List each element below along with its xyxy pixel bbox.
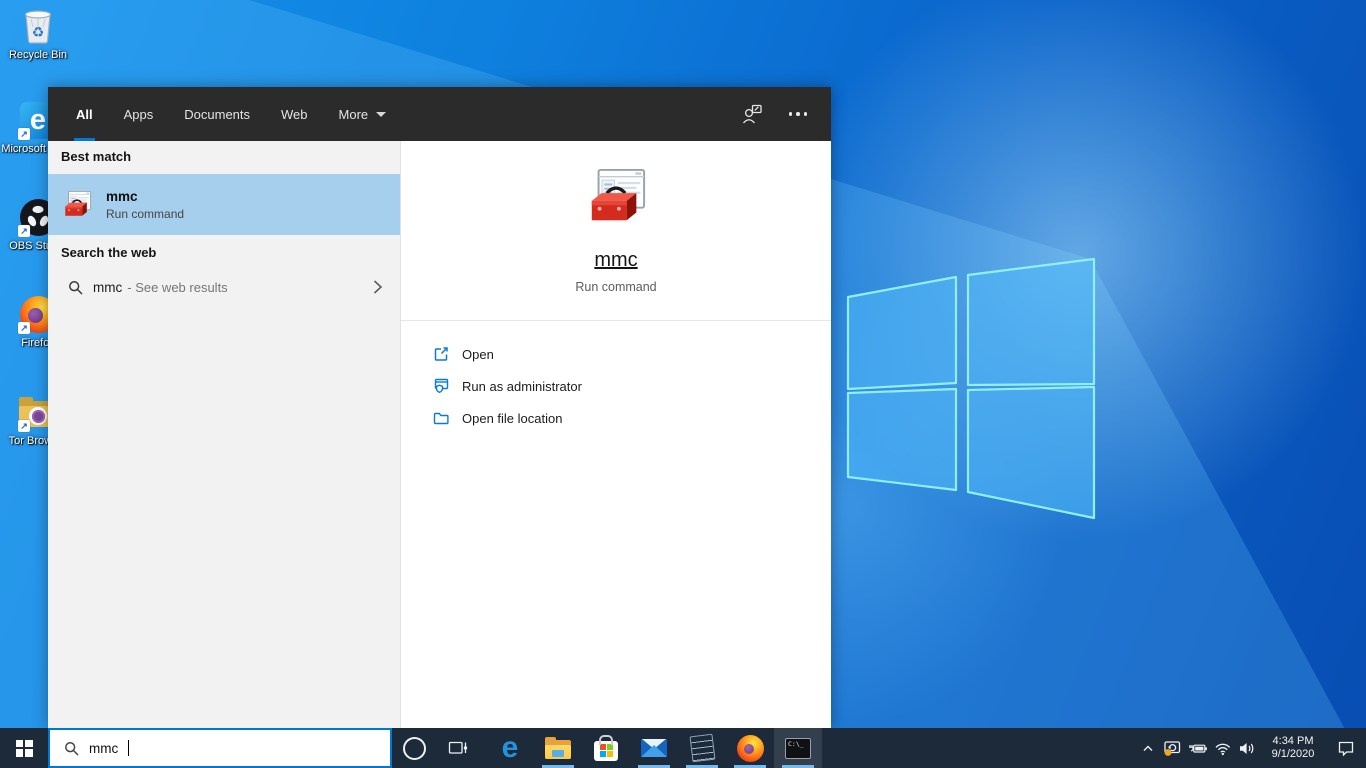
firefox-icon [736, 734, 764, 762]
search-tabs: All Apps Documents Web More [74, 87, 388, 141]
svg-text:♻: ♻ [32, 24, 45, 40]
tab-web[interactable]: Web [279, 87, 310, 141]
windows-logo-icon [15, 739, 33, 757]
chevron-right-icon[interactable] [372, 279, 384, 295]
clock-time: 4:34 PM [1272, 734, 1314, 747]
search-icon [65, 741, 79, 755]
task-view-icon [448, 741, 468, 754]
taskbar-search-input[interactable]: mmc [48, 728, 392, 768]
web-suffix: - See web results [127, 279, 228, 295]
file-explorer-icon [545, 737, 571, 759]
update-status-icon [1164, 740, 1181, 756]
cortana-button[interactable] [392, 728, 436, 768]
action-center-button[interactable] [1326, 728, 1366, 768]
start-button[interactable] [0, 728, 48, 768]
tray-show-hidden-icons[interactable] [1136, 728, 1160, 768]
tray-clock[interactable]: 4:34 PM 9/1/2020 [1260, 735, 1326, 762]
tray-volume[interactable] [1235, 728, 1260, 768]
action-center-icon [1338, 741, 1354, 756]
task-view-button[interactable] [436, 728, 480, 768]
clock-date: 9/1/2020 [1271, 748, 1315, 760]
tray-network[interactable] [1210, 728, 1235, 768]
volume-icon [1240, 742, 1254, 754]
battery-charging-icon [1189, 744, 1207, 753]
cortana-icon [402, 736, 426, 760]
account-icon[interactable] [741, 104, 763, 124]
search-flyout: All Apps Documents Web More Best match m… [48, 87, 831, 728]
desktop: ♻ Recycle Bin e Microsoft Edge [0, 0, 1366, 768]
taskbar-app-command-prompt[interactable] [774, 728, 822, 768]
web-search-result[interactable]: mmc - See web results [48, 271, 400, 303]
shortcut-arrow-icon [18, 225, 30, 237]
search-results-list: Best match mmc Run command Search the we… [48, 141, 401, 728]
more-options-icon[interactable] [788, 112, 807, 116]
taskbar-app-edge[interactable]: e [486, 728, 534, 768]
action-run-as-administrator[interactable]: Run as administrator [433, 370, 831, 402]
chevron-down-icon [376, 111, 387, 117]
wifi-icon [1215, 743, 1230, 755]
taskbar-app-file-explorer[interactable] [534, 728, 582, 768]
tab-documents[interactable]: Documents [182, 87, 252, 141]
desktop-icon-recycle-bin[interactable]: ♻ Recycle Bin [0, 6, 76, 62]
microsoft-store-icon [594, 740, 618, 761]
action-open[interactable]: Open [433, 338, 831, 370]
text-cursor [128, 740, 130, 756]
tray-update-status[interactable] [1160, 728, 1185, 768]
mail-icon [641, 739, 667, 757]
mmc-icon-large [585, 167, 647, 229]
search-input-value: mmc [89, 740, 119, 756]
admin-shield-icon [434, 378, 449, 394]
notepad-icon [689, 733, 715, 763]
taskbar-app-firefox[interactable] [726, 728, 774, 768]
system-tray: 4:34 PM 9/1/2020 [1136, 728, 1366, 768]
divider [401, 320, 831, 321]
tab-all[interactable]: All [74, 87, 95, 141]
shortcut-arrow-icon [18, 322, 30, 334]
shortcut-arrow-icon [18, 128, 30, 140]
open-icon [434, 347, 448, 361]
section-best-match: Best match [61, 149, 132, 164]
web-query: mmc [93, 279, 123, 295]
recycle-bin-icon: ♻ [18, 6, 58, 46]
preview-title-link[interactable]: mmc [594, 249, 637, 272]
taskbar-pinned-apps: e [486, 728, 822, 768]
tab-apps[interactable]: Apps [122, 87, 156, 141]
search-filter-bar: All Apps Documents Web More [48, 87, 831, 141]
folder-icon [433, 412, 449, 425]
result-preview-pane: mmc Run command Open Run as administrato… [401, 141, 831, 728]
shortcut-arrow-icon [18, 420, 30, 432]
action-open-file-location[interactable]: Open file location [433, 402, 831, 434]
best-match-result-mmc[interactable]: mmc Run command [48, 174, 400, 235]
result-subtitle: Run command [106, 206, 185, 221]
taskbar-app-mail[interactable] [630, 728, 678, 768]
result-title: mmc [106, 188, 138, 204]
taskbar-app-notepad[interactable] [678, 728, 726, 768]
search-icon [69, 280, 83, 294]
desktop-icon-label: Recycle Bin [8, 49, 68, 61]
section-search-the-web: Search the web [61, 245, 157, 260]
taskbar-app-store[interactable] [582, 728, 630, 768]
taskbar: mmc e C:\_ 4:34 PM 9/1/2020 [0, 728, 1366, 768]
edge-icon: e [501, 731, 519, 764]
chevron-up-icon [1143, 745, 1153, 751]
tray-battery[interactable] [1185, 728, 1210, 768]
mmc-icon [62, 190, 92, 220]
tab-more[interactable]: More [337, 87, 389, 141]
preview-subtitle: Run command [575, 280, 657, 294]
command-prompt-icon [785, 737, 811, 759]
